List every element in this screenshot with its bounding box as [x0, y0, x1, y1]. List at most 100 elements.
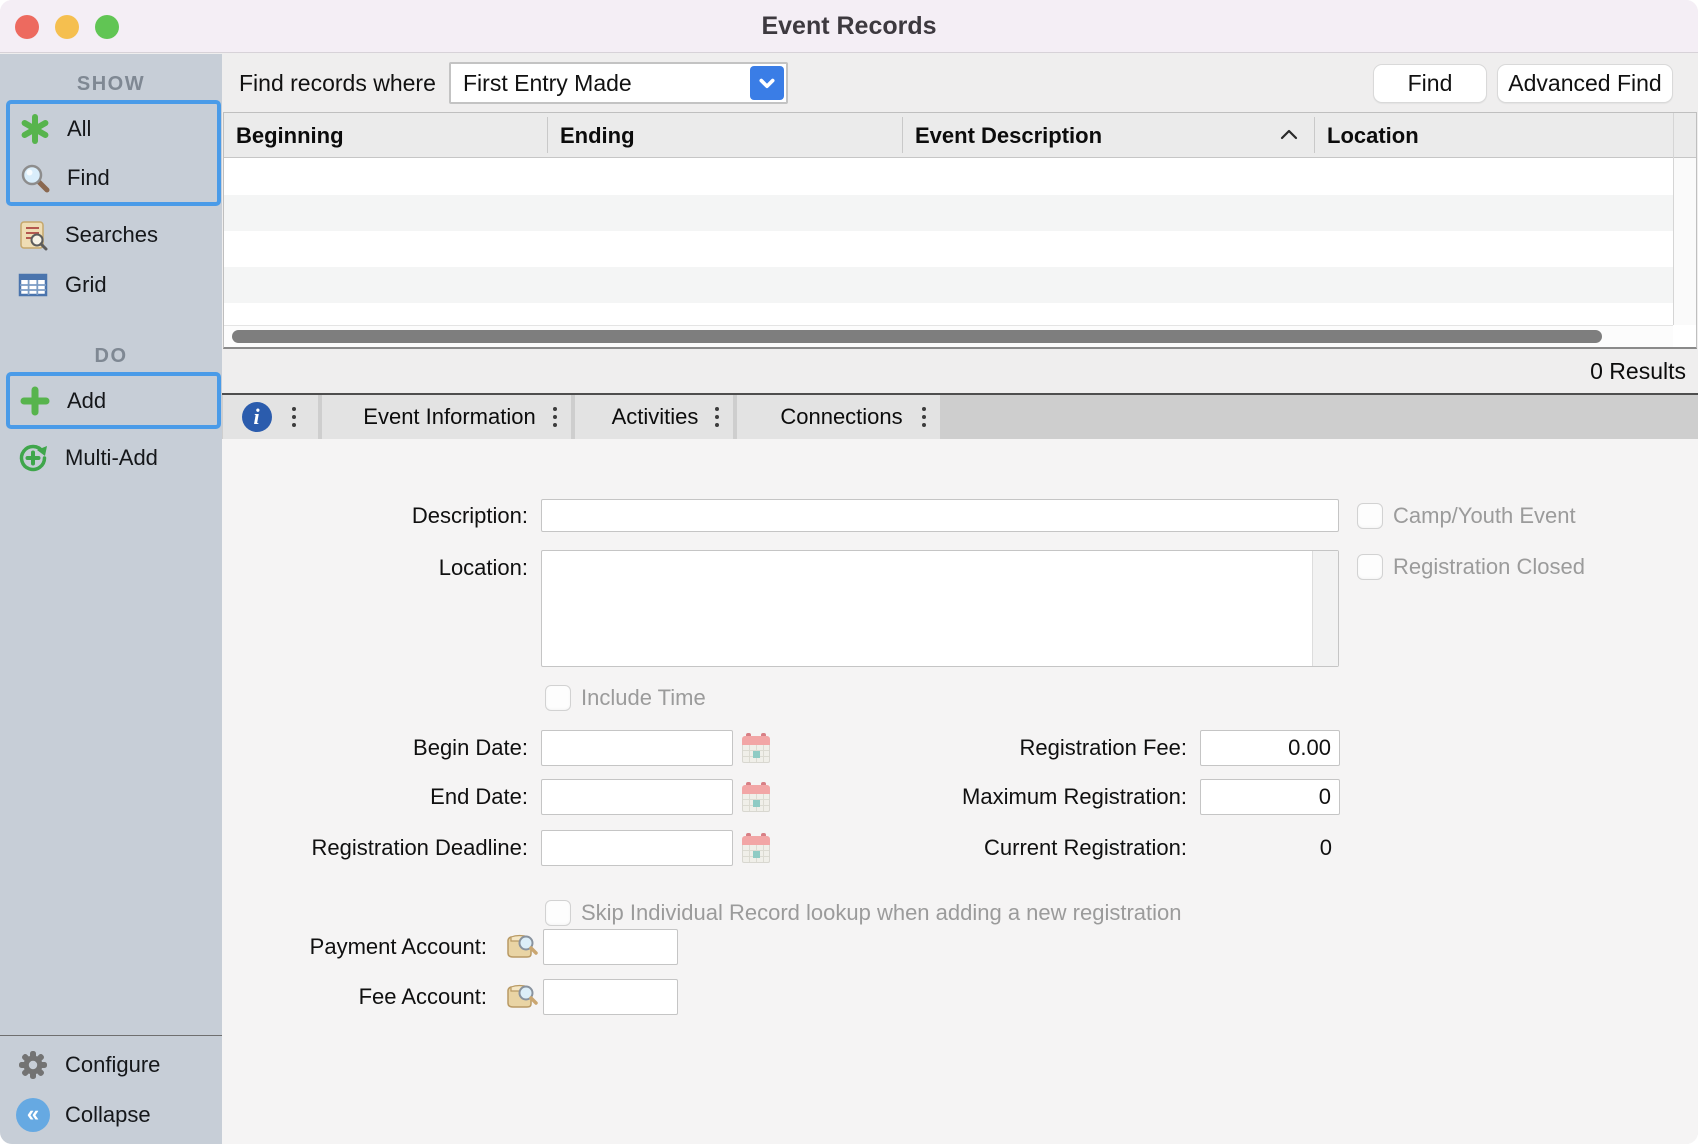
sidebar-item-label: Configure [65, 1052, 160, 1078]
tab-bar: i Event Information Activities Connectio… [222, 393, 1698, 439]
tab-connections[interactable]: Connections [737, 395, 940, 439]
horizontal-scrollbar-thumb[interactable] [232, 330, 1602, 343]
record-info-button[interactable]: i [223, 395, 318, 439]
sidebar-footer: Configure « Collapse [0, 1035, 222, 1144]
column-header-ending[interactable]: Ending [548, 113, 902, 158]
description-label: Description: [222, 501, 528, 531]
camp-youth-event-label: Camp/Youth Event [1393, 503, 1576, 529]
find-records-where-label: Find records where [239, 54, 436, 112]
maximum-registration-input[interactable] [1200, 779, 1340, 815]
calendar-icon[interactable] [742, 733, 770, 763]
include-time-label: Include Time [581, 685, 706, 711]
kebab-menu-icon[interactable] [711, 403, 723, 431]
end-date-input[interactable] [541, 779, 733, 815]
event-information-form: Description: Camp/Youth Event Location: … [222, 439, 1698, 1144]
skip-individual-lookup-checkbox[interactable] [545, 900, 571, 926]
add-mode-highlight-box: Add [6, 372, 221, 429]
calendar-icon[interactable] [742, 833, 770, 863]
begin-date-label: Begin Date: [222, 730, 528, 766]
sidebar-section-show: SHOW [0, 68, 222, 100]
fee-account-input[interactable] [543, 979, 678, 1015]
event-records-window: Event Records SHOW All Find Searches [0, 0, 1698, 1144]
multi-add-icon [16, 441, 50, 475]
sidebar-item-multi-add[interactable]: Multi-Add [0, 433, 222, 483]
collapse-icon: « [16, 1098, 50, 1132]
find-field-dropdown[interactable]: First Entry Made [449, 62, 788, 104]
sidebar-item-add[interactable]: Add [10, 376, 217, 425]
column-header-location[interactable]: Location [1315, 113, 1673, 158]
results-table: Beginning Ending Event Description Locat… [223, 112, 1697, 349]
sidebar-item-searches[interactable]: Searches [0, 210, 222, 260]
tab-event-information[interactable]: Event Information [322, 395, 571, 439]
tab-activities[interactable]: Activities [575, 395, 733, 439]
vertical-scrollbar-track[interactable] [1673, 113, 1696, 325]
grid-icon [16, 268, 50, 302]
registration-closed-checkbox[interactable] [1357, 554, 1383, 580]
account-lookup-icon[interactable] [506, 933, 538, 961]
kebab-menu-icon[interactable] [549, 403, 561, 431]
plus-icon [18, 384, 52, 418]
table-row [224, 231, 1673, 267]
table-body [224, 159, 1673, 325]
current-registration-value: 0 [1200, 830, 1332, 866]
sidebar-item-label: Find [67, 165, 110, 191]
sidebar-item-all[interactable]: All [10, 104, 217, 153]
table-row [224, 159, 1673, 195]
sidebar-item-label: Add [67, 388, 106, 414]
horizontal-scrollbar-track[interactable] [224, 325, 1673, 347]
location-textarea[interactable] [542, 551, 1338, 666]
sidebar-item-label: Multi-Add [65, 445, 158, 471]
advanced-find-button[interactable]: Advanced Find [1497, 64, 1673, 103]
description-input[interactable] [541, 499, 1339, 532]
current-registration-label: Current Registration: [822, 830, 1187, 866]
include-time-checkbox[interactable] [545, 685, 571, 711]
table-row [224, 303, 1673, 325]
location-label: Location: [222, 553, 528, 583]
registration-deadline-label: Registration Deadline: [222, 830, 528, 866]
main-panel: Find records where First Entry Made Find… [222, 54, 1698, 1144]
table-header-row: Beginning Ending Event Description Locat… [224, 113, 1696, 158]
sidebar-item-label: Grid [65, 272, 107, 298]
sidebar-section-do: DO [0, 340, 222, 372]
sidebar: SHOW All Find Searches [0, 54, 222, 1144]
skip-individual-lookup-label: Skip Individual Record lookup when addin… [581, 900, 1181, 926]
registration-deadline-input[interactable] [541, 830, 733, 866]
asterisk-icon [18, 112, 52, 146]
sidebar-item-grid[interactable]: Grid [0, 260, 222, 310]
sidebar-item-collapse[interactable]: « Collapse [0, 1090, 222, 1140]
account-lookup-icon[interactable] [506, 983, 538, 1011]
kebab-menu-icon[interactable] [288, 403, 300, 431]
magnifier-icon [18, 161, 52, 195]
sidebar-item-configure[interactable]: Configure [0, 1040, 222, 1090]
titlebar: Event Records [0, 0, 1698, 53]
show-mode-highlight-box: All Find [6, 100, 221, 206]
sidebar-item-label: Searches [65, 222, 158, 248]
registration-closed-label: Registration Closed [1393, 554, 1585, 580]
saved-search-icon [16, 218, 50, 252]
info-icon: i [242, 402, 272, 432]
results-count: 0 Results [222, 349, 1698, 393]
column-header-event-description[interactable]: Event Description [903, 113, 1273, 158]
kebab-menu-icon[interactable] [918, 403, 930, 431]
camp-youth-event-checkbox[interactable] [1357, 503, 1383, 529]
begin-date-input[interactable] [541, 730, 733, 766]
registration-fee-label: Registration Fee: [822, 730, 1187, 766]
calendar-icon[interactable] [742, 782, 770, 812]
payment-account-label: Payment Account: [222, 929, 487, 965]
payment-account-input[interactable] [543, 929, 678, 965]
dropdown-selected-value: First Entry Made [463, 64, 632, 102]
registration-fee-input[interactable] [1200, 730, 1340, 766]
maximum-registration-label: Maximum Registration: [822, 779, 1187, 815]
column-header-beginning[interactable]: Beginning [224, 113, 547, 158]
table-row [224, 195, 1673, 231]
location-scrollbar-track[interactable] [1312, 551, 1338, 666]
sidebar-item-find[interactable]: Find [10, 153, 217, 202]
find-button[interactable]: Find [1373, 64, 1487, 103]
chevron-up-icon [1279, 127, 1299, 146]
location-textarea-wrap [541, 550, 1339, 667]
end-date-label: End Date: [222, 779, 528, 815]
fee-account-label: Fee Account: [222, 979, 487, 1015]
table-row [224, 267, 1673, 303]
sidebar-item-label: Collapse [65, 1102, 151, 1128]
chevron-down-icon[interactable] [750, 66, 784, 100]
